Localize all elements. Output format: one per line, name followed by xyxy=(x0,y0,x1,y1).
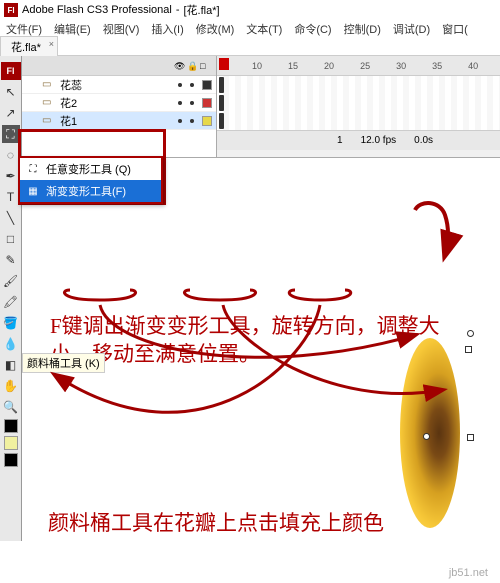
lock-dot[interactable] xyxy=(190,83,194,87)
gradient-center-handle[interactable] xyxy=(423,433,430,440)
menubar: 文件(F) 编辑(E) 视图(V) 插入(I) 修改(M) 文本(T) 命令(C… xyxy=(0,20,500,38)
free-transform-icon: ⛶ xyxy=(26,162,40,176)
playhead[interactable] xyxy=(219,58,229,70)
menu-insert[interactable]: 插入(I) xyxy=(151,21,183,37)
annotation-instruction-1: F键调出渐变变形工具，旋转方向，调整大小，移动至满意位置。 xyxy=(50,312,450,369)
gradient-size-handle[interactable] xyxy=(467,434,474,441)
menu-file[interactable]: 文件(F) xyxy=(6,21,42,37)
status-fps: 12.0 fps xyxy=(361,135,397,146)
tooltip-paint-bucket: 颜料桶工具 (K) xyxy=(22,353,105,373)
app-icon: Fl xyxy=(4,3,18,17)
outline-icon[interactable]: □ xyxy=(200,61,210,71)
menu-debug[interactable]: 调试(D) xyxy=(393,21,430,37)
layer-row[interactable]: ▭ 花1 xyxy=(22,112,216,130)
color-swatch[interactable] xyxy=(202,98,212,108)
eyedropper-tool-icon[interactable]: 💧 xyxy=(2,335,20,353)
menu-edit[interactable]: 编辑(E) xyxy=(54,21,91,37)
ruler-tick: 30 xyxy=(396,61,406,71)
selection-tool-icon[interactable]: ↖ xyxy=(2,83,20,101)
eye-icon[interactable]: 👁 xyxy=(174,61,184,71)
lasso-tool-icon[interactable]: ◌ xyxy=(2,146,20,164)
menu-modify[interactable]: 修改(M) xyxy=(196,21,235,37)
ruler-tick: 35 xyxy=(432,61,442,71)
vis-dot[interactable] xyxy=(178,119,182,123)
fill-swatch-top[interactable] xyxy=(4,436,18,450)
menu-commands[interactable]: 命令(C) xyxy=(294,21,331,37)
ruler-tick: 40 xyxy=(468,61,478,71)
ink-tool-icon[interactable]: 🖍 xyxy=(2,293,20,311)
pen-tool-icon[interactable]: ✒ xyxy=(2,167,20,185)
doc-tab-label: 花.fla* xyxy=(11,42,41,54)
subselect-tool-icon[interactable]: ↗ xyxy=(2,104,20,122)
layer-icon: ▭ xyxy=(42,79,54,90)
toolbox-header: Fl xyxy=(1,62,21,80)
transform-tool-flyout: ⛶ 任意变形工具 (Q) ▦ 渐变变形工具(F) xyxy=(18,156,163,204)
gradient-transform-icon: ▦ xyxy=(26,184,40,198)
lock-dot[interactable] xyxy=(190,119,194,123)
ruler-tick: 10 xyxy=(252,61,262,71)
eraser-tool-icon[interactable]: ◧ xyxy=(2,356,20,374)
free-transform-tool-icon[interactable]: ⛶ xyxy=(2,125,20,143)
annotation-instruction-2: 颜料桶工具在花瓣上点击填充上颜色 xyxy=(48,507,384,537)
pencil-tool-icon[interactable]: ✎ xyxy=(2,251,20,269)
color-swatch[interactable] xyxy=(202,80,212,90)
menu-text[interactable]: 文本(T) xyxy=(246,21,282,37)
layer-name: 花2 xyxy=(60,95,172,111)
menu-control[interactable]: 控制(D) xyxy=(344,21,381,37)
timeline-status: 1 12.0 fps 0.0s xyxy=(217,130,500,150)
keyframe[interactable] xyxy=(219,77,224,93)
rect-tool-icon[interactable]: □ xyxy=(2,230,20,248)
layer-icon: ▭ xyxy=(42,97,54,108)
status-time: 0.0s xyxy=(414,135,433,146)
layer-row[interactable]: ▭ 花2 xyxy=(22,94,216,112)
lock-dot[interactable] xyxy=(190,101,194,105)
brush-tool-icon[interactable]: 🖌 xyxy=(2,272,20,290)
vis-dot[interactable] xyxy=(178,83,182,87)
layers-header: 👁 🔒 □ xyxy=(22,56,216,76)
color-swatch[interactable] xyxy=(202,116,212,126)
gradient-handle[interactable] xyxy=(465,346,472,353)
menu-window[interactable]: 窗口( xyxy=(442,21,468,37)
layer-name: 花蕊 xyxy=(60,77,172,93)
layer-name: 花1 xyxy=(60,113,172,129)
text-tool-icon[interactable]: T xyxy=(2,188,20,206)
frame-cells[interactable] xyxy=(217,76,500,130)
document-tabs: 花.fla* × xyxy=(0,38,500,56)
close-icon[interactable]: × xyxy=(49,39,54,49)
gradient-rotate-handle[interactable] xyxy=(467,330,474,337)
watermark: jb51.net xyxy=(449,567,488,579)
ruler-tick: 25 xyxy=(360,61,370,71)
ruler-tick: 20 xyxy=(324,61,334,71)
flyout-label: 任意变形工具 (Q) xyxy=(46,161,131,177)
stage-area: 👁 🔒 □ ▭花蕊▭花2▭花1 510152025303540 1 12.0 xyxy=(22,56,500,541)
toolbox: Fl ↖ ↗ ⛶ ◌ ✒ T ╲ □ ✎ 🖌 🖍 🪣 💧 ◧ ✋ 🔍 xyxy=(0,56,22,541)
paint-bucket-tool-icon[interactable]: 🪣 xyxy=(2,314,20,332)
status-frame: 1 xyxy=(337,135,343,146)
vis-dot[interactable] xyxy=(178,101,182,105)
stroke-swatch[interactable] xyxy=(4,419,18,433)
app-title: Adobe Flash CS3 Professional xyxy=(22,4,172,16)
doc-title: [花.fla*] xyxy=(183,2,219,18)
fill-swatch-bot[interactable] xyxy=(4,453,18,467)
keyframe[interactable] xyxy=(219,113,224,129)
free-transform-option[interactable]: ⛶ 任意变形工具 (Q) xyxy=(20,158,161,180)
zoom-tool-icon[interactable]: 🔍 xyxy=(2,398,20,416)
keyframe[interactable] xyxy=(219,95,224,111)
ruler-tick: 15 xyxy=(288,61,298,71)
flyout-label: 渐变变形工具(F) xyxy=(46,183,126,199)
layers-panel: 👁 🔒 □ ▭ 花蕊 ▭ 花2 ▭ 花1 xyxy=(22,56,217,157)
gradient-transform-option[interactable]: ▦ 渐变变形工具(F) xyxy=(20,180,161,202)
timeline: 👁 🔒 □ ▭花蕊▭花2▭花1 510152025303540 1 12.0 xyxy=(22,56,500,158)
layer-row[interactable]: ▭ 花蕊 xyxy=(22,76,216,94)
doc-tab[interactable]: 花.fla* × xyxy=(0,36,58,57)
menu-view[interactable]: 视图(V) xyxy=(103,21,140,37)
line-tool-icon[interactable]: ╲ xyxy=(2,209,20,227)
frames-panel[interactable]: 510152025303540 1 12.0 fps 0.0s xyxy=(217,56,500,157)
layer-icon: ▭ xyxy=(42,115,54,126)
lock-icon[interactable]: 🔒 xyxy=(187,61,197,71)
titlebar: Fl Adobe Flash CS3 Professional - [花.fla… xyxy=(0,0,500,20)
frame-ruler: 510152025303540 xyxy=(217,56,500,76)
hand-tool-icon[interactable]: ✋ xyxy=(2,377,20,395)
